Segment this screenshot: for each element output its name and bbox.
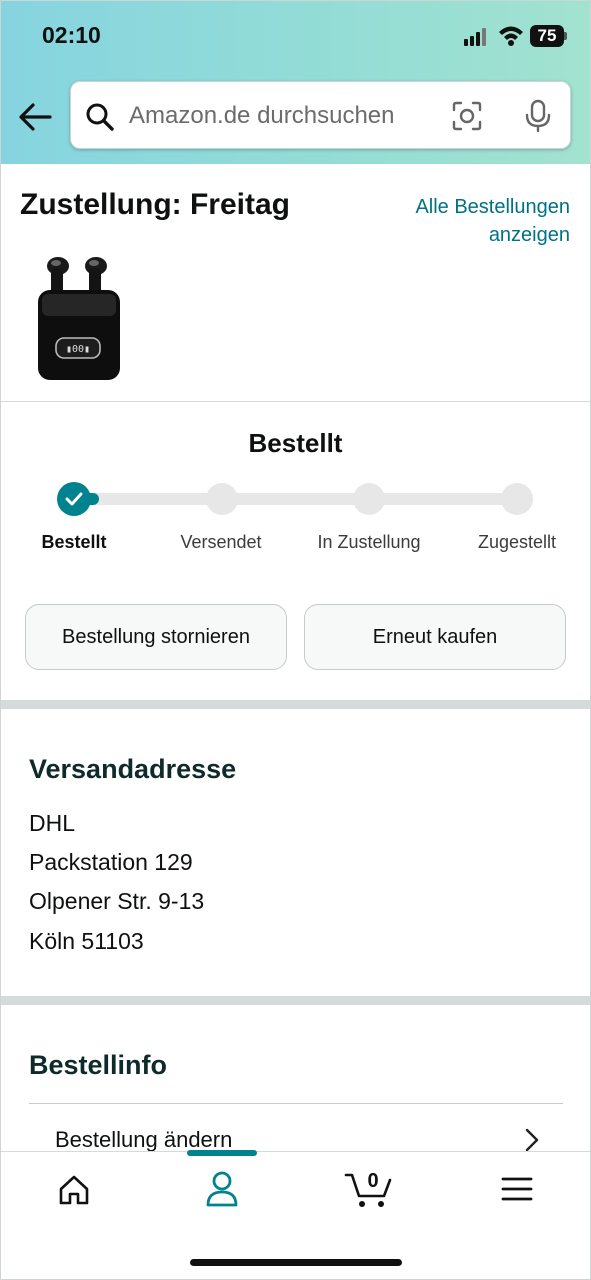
all-orders-link[interactable]: Alle Bestellungen anzeigen: [370, 193, 570, 249]
shipping-address-title: Versandadresse: [29, 754, 237, 784]
menu-icon[interactable]: [500, 1175, 534, 1203]
step-label-in-zustellung: In Zustellung: [317, 532, 421, 552]
camera-search-icon[interactable]: [451, 100, 483, 132]
step-label-bestellt: Bestellt: [41, 532, 107, 552]
buy-again-button[interactable]: Erneut kaufen: [304, 604, 566, 670]
step-dot-bestellt: [57, 482, 91, 516]
battery-level: 75: [537, 26, 557, 45]
cellular-signal-icon: [464, 28, 486, 46]
step-dot-versendet: [206, 483, 238, 515]
battery-icon: 75: [530, 25, 568, 47]
step-dot-in-zustellung: [353, 483, 385, 515]
wifi-icon: [499, 26, 523, 46]
search-input[interactable]: [129, 96, 429, 136]
search-bar[interactable]: [70, 81, 571, 149]
checkmark-icon: [65, 492, 83, 506]
chevron-right-icon[interactable]: [522, 1127, 542, 1153]
svg-text:▮00▮: ▮00▮: [66, 344, 90, 355]
app-header: 02:10 75: [0, 0, 591, 164]
step-label-zugestellt: Zugestellt: [477, 532, 557, 552]
account-icon[interactable]: [204, 1170, 240, 1208]
status-time: 02:10: [42, 22, 101, 48]
product-image-earbuds[interactable]: ▮00▮: [34, 252, 126, 384]
section-divider: [0, 996, 591, 1005]
section-divider: [0, 401, 591, 402]
section-divider: [0, 700, 591, 709]
step-label-versendet: Versendet: [180, 532, 262, 552]
cancel-order-button[interactable]: Bestellung stornieren: [25, 604, 287, 670]
delivery-title: Zustellung: Freitag: [20, 188, 290, 221]
cart-icon[interactable]: 0: [344, 1166, 394, 1210]
order-info-divider: [29, 1103, 563, 1104]
address-line: Packstation 129: [29, 849, 193, 875]
active-tab-indicator: [187, 1150, 257, 1156]
order-info-title: Bestellinfo: [29, 1050, 168, 1080]
address-line: Köln 51103: [29, 928, 144, 954]
step-dot-zugestellt: [501, 483, 533, 515]
home-icon[interactable]: [57, 1173, 91, 1207]
tracker-track: [73, 493, 517, 505]
cart-count: 0: [367, 1170, 378, 1192]
address-line: DHL: [29, 810, 76, 836]
back-arrow-icon[interactable]: [16, 99, 54, 135]
search-icon: [86, 103, 114, 131]
address-line: Olpener Str. 9-13: [29, 888, 205, 914]
home-indicator: [190, 1259, 402, 1266]
microphone-icon[interactable]: [523, 99, 553, 133]
order-status-heading: Bestellt: [248, 428, 343, 458]
